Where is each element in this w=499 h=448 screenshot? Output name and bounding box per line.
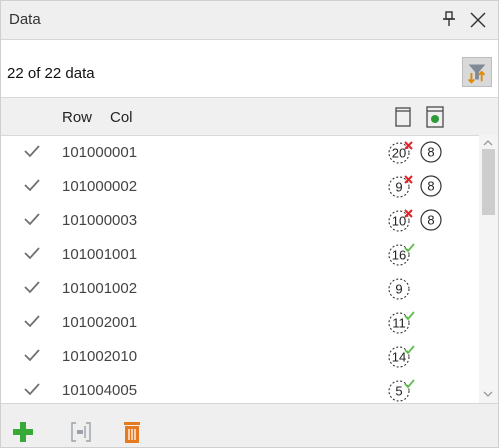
list-item[interactable]: 101002010 14 (1, 339, 479, 373)
extra-badge: 8 (420, 209, 442, 231)
list-item[interactable]: 101001002 9 (1, 271, 479, 305)
header-col[interactable]: Col (110, 109, 133, 126)
count-badge: 11 (388, 311, 415, 334)
list-header: Row Col (1, 97, 498, 136)
extra-badge: 8 (420, 141, 442, 163)
list-item[interactable]: 101000003 10 8 (1, 203, 479, 237)
checkmark-icon (24, 179, 40, 192)
checkmark-icon (24, 247, 40, 260)
edit-bracket-icon[interactable] (68, 419, 94, 445)
close-icon[interactable] (465, 7, 491, 33)
list-item[interactable]: 101000002 9 8 (1, 169, 479, 203)
count-text: 22 of 22 data (7, 65, 95, 82)
row-id: 101000001 (62, 144, 138, 161)
row-id: 101000003 (62, 212, 138, 229)
summary-bar: 22 of 22 data (1, 40, 498, 97)
data-panel: Data 22 of 22 data Row Col 101000001 20 … (0, 0, 499, 448)
checkmark-icon (24, 281, 40, 294)
list-item[interactable]: 101000001 20 8 (1, 135, 479, 169)
extra-value: 8 (427, 179, 434, 194)
checkmark-icon (24, 349, 40, 362)
filter-sort-button[interactable] (462, 57, 492, 87)
scroll-down-icon[interactable] (482, 389, 494, 399)
count-value: 16 (392, 248, 406, 263)
row-id: 101000002 (62, 178, 138, 195)
row-id: 101001002 (62, 280, 138, 297)
extra-value: 8 (427, 145, 434, 160)
row-id: 101001001 (62, 246, 138, 263)
delete-icon[interactable] (119, 419, 145, 445)
count-value: 5 (395, 384, 402, 399)
bottom-toolbar (1, 403, 498, 447)
data-list[interactable]: 101000001 20 8 101000002 9 8 101000003 10 8 10100… (1, 135, 479, 403)
count-badge: 10 (388, 209, 413, 232)
extra-value: 8 (427, 213, 434, 228)
count-badge: 16 (388, 243, 415, 266)
row-id: 101002001 (62, 314, 138, 331)
count-value: 14 (392, 350, 406, 365)
count-badge: 20 (388, 141, 413, 164)
count-value: 9 (395, 282, 402, 297)
row-id: 101004005 (62, 382, 138, 399)
document-icon[interactable] (393, 106, 413, 128)
vertical-scrollbar[interactable] (479, 135, 498, 403)
list-item[interactable]: 101004005 5 (1, 373, 479, 403)
scroll-up-icon[interactable] (482, 138, 494, 148)
count-value: 10 (392, 214, 406, 229)
list-item[interactable]: 101002001 11 (1, 305, 479, 339)
panel-title: Data (9, 11, 41, 28)
title-bar: Data (1, 1, 498, 40)
pin-icon[interactable] (437, 7, 461, 31)
header-row[interactable]: Row (62, 109, 92, 126)
checkmark-icon (24, 315, 40, 328)
count-badge: 9 (388, 175, 413, 198)
count-value: 11 (392, 316, 406, 331)
filter-sort-icon (467, 64, 486, 84)
extra-badge: 8 (420, 175, 442, 197)
checkmark-icon (24, 213, 40, 226)
count-value: 9 (395, 180, 402, 195)
count-badge: 9 (388, 278, 410, 300)
checkmark-icon (24, 145, 40, 158)
add-icon[interactable] (10, 419, 36, 445)
count-value: 20 (392, 146, 406, 161)
list-item[interactable]: 101001001 16 (1, 237, 479, 271)
row-id: 101002010 (62, 348, 138, 365)
scroll-thumb[interactable] (482, 149, 495, 215)
count-badge: 14 (388, 345, 415, 368)
checkmark-icon (24, 383, 40, 396)
jar-icon[interactable] (423, 105, 447, 129)
count-badge: 5 (388, 379, 415, 402)
